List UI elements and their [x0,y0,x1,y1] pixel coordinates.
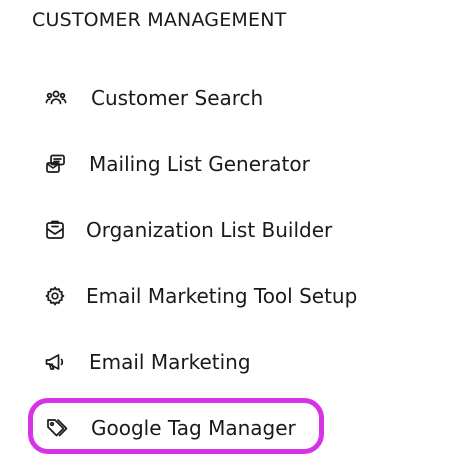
menu-item-email-marketing[interactable]: Email Marketing [41,342,251,382]
menu-item-google-tag-manager[interactable]: Google Tag Manager [43,408,296,448]
menu-item-label: Mailing List Generator [89,152,310,176]
users-icon [42,84,70,112]
menu-item-label: Email Marketing Tool Setup [86,284,358,308]
menu-item-mailing-list-generator[interactable]: Mailing List Generator [42,144,310,184]
menu-item-customer-search[interactable]: Customer Search [42,78,263,118]
menu-item-email-marketing-tool-setup[interactable]: Email Marketing Tool Setup [41,276,357,316]
customer-management-menu: Customer Search Mailing List Generator O… [0,0,466,470]
menu-item-label: Organization List Builder [86,218,333,242]
gear-icon [41,282,69,310]
clipboard-mail-icon [41,216,69,244]
mail-list-icon [42,150,70,178]
menu-item-label: Email Marketing [89,350,251,374]
menu-item-label: Customer Search [91,86,264,110]
menu-item-label: Google Tag Manager [91,416,296,440]
menu-item-organization-list-builder[interactable]: Organization List Builder [41,210,332,250]
megaphone-icon [41,348,69,376]
tag-icon [43,414,71,442]
